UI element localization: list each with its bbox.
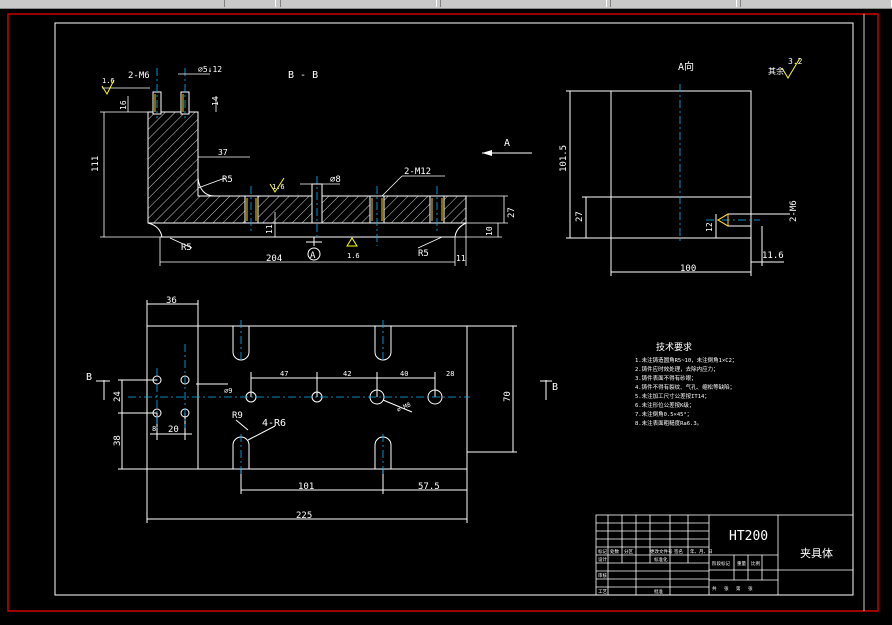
svg-text:审核: 审核 bbox=[598, 572, 607, 579]
dim-11b: 11 bbox=[456, 254, 466, 263]
dim-11: 11 bbox=[265, 224, 274, 234]
svg-text:6.未注形位公差按K级；: 6.未注形位公差按K级； bbox=[635, 401, 694, 409]
toolbar-segment[interactable] bbox=[610, 0, 737, 7]
svg-text:8: 8 bbox=[152, 425, 156, 433]
svg-text:8.未注表面粗糙度Ra6.3。: 8.未注表面粗糙度Ra6.3。 bbox=[635, 419, 702, 427]
svg-text:共: 共 bbox=[712, 585, 717, 592]
technical-requirements: 技术要求 1.未注铸造圆角R5~10，未注倒角1×C2； 2.铸件应时效处理，去… bbox=[635, 341, 737, 427]
dim-14: 14 bbox=[211, 96, 220, 106]
dim-37: 37 bbox=[218, 148, 228, 157]
svg-text:标准化: 标准化 bbox=[654, 556, 668, 563]
material: HT200 bbox=[729, 529, 768, 544]
dimension-text-view-a: A向 A 101.5 27 12 2-M6 100 11.6 其余 3.2 bbox=[504, 57, 803, 274]
svg-text:其余: 其余 bbox=[768, 66, 784, 76]
svg-text:设计: 设计 bbox=[598, 556, 607, 563]
svg-text:36: 36 bbox=[166, 296, 177, 306]
drawing-canvas[interactable]: 2-M6 ⌀5↓12 1.6 16 14 111 37 R5 1.6 ⌀8 2-… bbox=[0, 8, 892, 621]
dim-r5c: R5 bbox=[418, 249, 429, 259]
dim-phi8: ⌀8 bbox=[330, 175, 341, 185]
svg-text:4.铸件不得有裂纹、气孔、缩松等缺陷；: 4.铸件不得有裂纹、气孔、缩松等缺陷； bbox=[635, 383, 735, 391]
svg-text:标记: 标记 bbox=[598, 548, 607, 555]
svg-text:101.5: 101.5 bbox=[559, 145, 569, 172]
svg-text:比例: 比例 bbox=[751, 560, 760, 567]
dim-counterbore: ⌀5↓12 bbox=[198, 65, 222, 74]
svg-text:3.2: 3.2 bbox=[788, 57, 803, 66]
svg-text:100: 100 bbox=[680, 264, 696, 274]
svg-text:3.铸件表面不得有砂眼；: 3.铸件表面不得有砂眼； bbox=[635, 374, 697, 382]
dim-r5b: R5 bbox=[181, 243, 192, 253]
svg-text:20: 20 bbox=[168, 425, 179, 435]
svg-text:2.铸件应时效处理，去除内应力；: 2.铸件应时效处理，去除内应力； bbox=[635, 365, 719, 373]
svg-text:2-M6: 2-M6 bbox=[789, 200, 799, 222]
svg-text:年、月、日: 年、月、日 bbox=[690, 548, 713, 555]
dim-204: 204 bbox=[266, 254, 282, 264]
svg-text:第: 第 bbox=[736, 585, 741, 592]
toolbar-segment[interactable] bbox=[224, 0, 276, 7]
svg-text:28: 28 bbox=[446, 370, 454, 378]
toolbar-segment[interactable] bbox=[440, 0, 607, 7]
dimension-text-plan: 36 225 101 57.5 70 47 42 40 28 24 38 8 2… bbox=[86, 296, 558, 521]
svg-text:1.未注铸造圆角R5~10，未注倒角1×C2；: 1.未注铸造圆角R5~10，未注倒角1×C2； bbox=[635, 356, 737, 364]
svg-text:57.5: 57.5 bbox=[418, 482, 440, 492]
part-name: 夹具体 bbox=[800, 546, 833, 560]
svg-text:42: 42 bbox=[343, 370, 351, 378]
svg-text:⌀-M8: ⌀-M8 bbox=[396, 401, 412, 414]
svg-text:40: 40 bbox=[400, 370, 408, 378]
datum-symbol: A bbox=[306, 237, 322, 261]
svg-text:101: 101 bbox=[298, 482, 314, 492]
svg-text:38: 38 bbox=[113, 435, 123, 446]
dim-111: 111 bbox=[91, 156, 101, 172]
svg-text:重量: 重量 bbox=[737, 560, 746, 567]
dim-r5a: R5 bbox=[222, 175, 233, 185]
svg-text:B: B bbox=[86, 372, 92, 383]
svg-text:A: A bbox=[504, 138, 510, 149]
svg-text:分区: 分区 bbox=[624, 548, 633, 555]
view-a bbox=[482, 90, 790, 276]
svg-text:27: 27 bbox=[575, 211, 585, 222]
svg-text:R9: R9 bbox=[232, 411, 243, 421]
roughness-label: 1.6 bbox=[102, 77, 115, 85]
svg-text:批准: 批准 bbox=[654, 588, 663, 595]
svg-text:张: 张 bbox=[748, 585, 753, 592]
svg-text:225: 225 bbox=[296, 511, 312, 521]
roughness-bottom: 1.6 bbox=[347, 252, 360, 260]
dim-10: 10 bbox=[485, 226, 494, 236]
svg-text:4-R6: 4-R6 bbox=[262, 418, 286, 429]
svg-text:签名: 签名 bbox=[674, 548, 683, 555]
section-title: B - B bbox=[288, 70, 318, 81]
view-arrow bbox=[482, 150, 492, 156]
svg-text:工艺: 工艺 bbox=[598, 589, 607, 595]
svg-text:47: 47 bbox=[280, 370, 288, 378]
svg-text:24: 24 bbox=[113, 391, 123, 402]
cad-drawing: 2-M6 ⌀5↓12 1.6 16 14 111 37 R5 1.6 ⌀8 2-… bbox=[7, 13, 879, 612]
svg-text:7.未注倒角0.5×45°；: 7.未注倒角0.5×45°； bbox=[635, 410, 692, 418]
plan-view bbox=[96, 300, 552, 523]
svg-text:B: B bbox=[552, 382, 558, 393]
drawing-frame bbox=[54, 22, 854, 596]
toolbar-segment[interactable] bbox=[740, 0, 892, 7]
sheet-border bbox=[7, 13, 879, 612]
svg-text:70: 70 bbox=[503, 391, 513, 402]
svg-text:处数: 处数 bbox=[610, 548, 619, 555]
dim-thread-mid: 2-M12 bbox=[404, 167, 431, 177]
tech-req-title: 技术要求 bbox=[656, 341, 692, 353]
svg-text:11.6: 11.6 bbox=[762, 251, 784, 261]
toolbar-segment[interactable] bbox=[280, 0, 437, 7]
svg-text:⌀9: ⌀9 bbox=[224, 387, 232, 395]
svg-text:更改文件号: 更改文件号 bbox=[650, 548, 673, 555]
centerlines-plan bbox=[128, 320, 470, 475]
dim-16: 16 bbox=[119, 100, 128, 110]
svg-text:A: A bbox=[310, 251, 316, 261]
section-view-bb bbox=[147, 91, 467, 238]
dim-thread-top: 2-M6 bbox=[128, 71, 150, 81]
svg-text:阶段标记: 阶段标记 bbox=[712, 560, 730, 567]
svg-text:12: 12 bbox=[705, 222, 714, 232]
svg-text:A向: A向 bbox=[678, 60, 694, 73]
dim-27: 27 bbox=[507, 207, 517, 218]
svg-text:张: 张 bbox=[724, 585, 729, 592]
svg-text:5.未注加工尺寸公差按IT14；: 5.未注加工尺寸公差按IT14； bbox=[635, 392, 710, 400]
